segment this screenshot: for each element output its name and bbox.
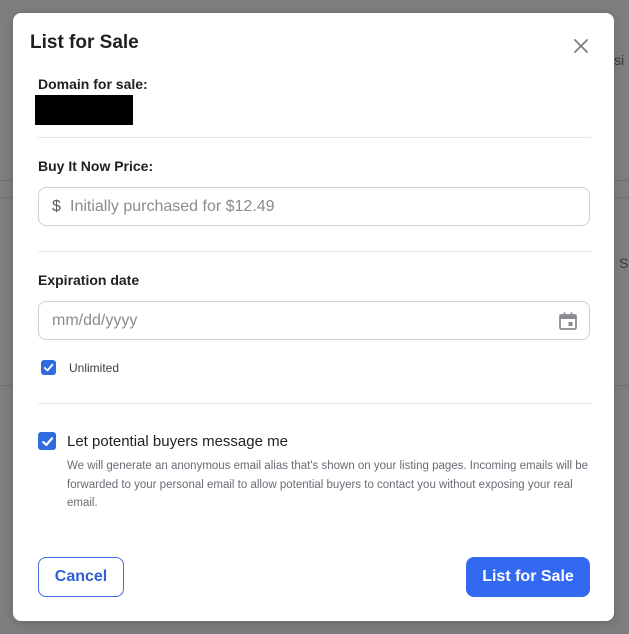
calendar-icon[interactable] [558, 311, 578, 331]
date-placeholder: mm/dd/yyyy [52, 312, 138, 329]
unlimited-checkbox[interactable] [41, 360, 56, 375]
price-input[interactable]: $ Initially purchased for $12.49 [38, 187, 590, 226]
background-text: si [614, 52, 625, 68]
background-text: S [619, 255, 629, 271]
divider [38, 403, 591, 404]
divider [38, 251, 591, 252]
currency-symbol: $ [52, 198, 61, 215]
list-for-sale-button[interactable]: List for Sale [466, 557, 590, 597]
domain-label: Domain for sale: [38, 76, 148, 92]
divider [38, 137, 591, 138]
dialog-title: List for Sale [30, 32, 139, 53]
message-me-description: We will generate an anonymous email alia… [67, 460, 589, 509]
price-placeholder: Initially purchased for $12.49 [70, 198, 275, 215]
unlimited-label: Unlimited [69, 361, 120, 375]
price-label: Buy It Now Price: [38, 158, 154, 174]
close-icon [574, 39, 588, 53]
close-button[interactable] [570, 35, 592, 57]
domain-value-redacted [35, 95, 133, 125]
checkmark-icon [43, 363, 54, 372]
expiration-date-input[interactable]: mm/dd/yyyy [38, 301, 590, 340]
checkmark-icon [41, 436, 53, 446]
message-me-checkbox[interactable] [38, 432, 56, 450]
message-me-label: Let potential buyers message me [67, 433, 288, 450]
cancel-button[interactable]: Cancel [38, 557, 124, 597]
list-for-sale-dialog: List for Sale Domain for sale: Buy It No… [13, 13, 614, 621]
expiration-label: Expiration date [38, 272, 140, 288]
